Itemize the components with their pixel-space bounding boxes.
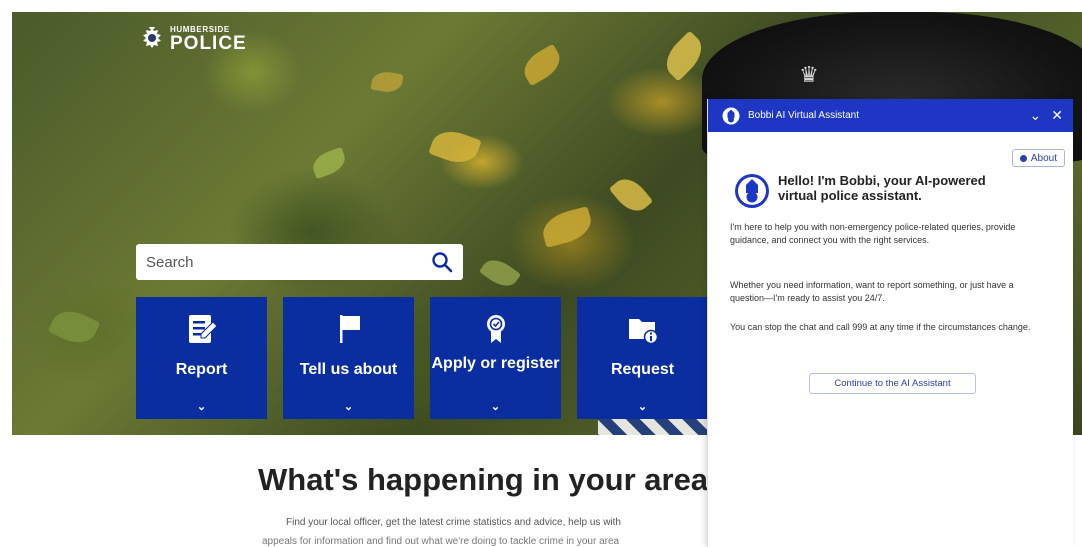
- continue-to-ai-assistant-button[interactable]: Continue to the AI Assistant: [809, 373, 976, 394]
- chat-paragraph: Whether you need information, want to re…: [730, 280, 1014, 303]
- leaf-decoration: [309, 146, 349, 180]
- tile-label: Report: [175, 361, 228, 378]
- search-bar[interactable]: Search: [136, 244, 463, 280]
- chat-title: Bobbi AI Virtual Assistant: [748, 110, 859, 121]
- chat-header: Bobbi AI Virtual Assistant ⌄ ✕: [708, 99, 1073, 132]
- award-icon: [486, 315, 505, 343]
- section-headline: What's happening in your area: [258, 462, 709, 497]
- chat-paragraph: You can stop the chat and call 999 at an…: [730, 322, 1031, 332]
- leaf-decoration: [538, 206, 596, 248]
- leaf-decoration: [518, 43, 566, 87]
- bobbi-avatar-icon: [722, 107, 740, 124]
- close-icon[interactable]: ✕: [1051, 107, 1063, 124]
- tile-label: Tell us about: [299, 361, 398, 378]
- tile-label: Request: [610, 361, 675, 378]
- tile-apply-or-register[interactable]: Apply or register ⌄: [430, 297, 561, 419]
- minimize-chevron-icon[interactable]: ⌄: [1030, 107, 1042, 124]
- search-icon[interactable]: [431, 251, 453, 273]
- chat-paragraph: I'm here to help you with non-emergency …: [730, 222, 1016, 245]
- bobbi-avatar-icon: [735, 174, 769, 208]
- greeting-text: Hello! I'm Bobbi, your AI-powered virtua…: [778, 173, 986, 203]
- chevron-down-icon: ⌄: [490, 401, 501, 413]
- logo-big-text: POLICE: [170, 33, 247, 54]
- tile-report[interactable]: Report ⌄: [136, 297, 267, 419]
- helmet-crown-icon: ♛: [799, 62, 819, 87]
- folder-info-icon: [628, 319, 658, 345]
- flag-icon: [339, 315, 360, 343]
- search-input[interactable]: Search: [146, 254, 431, 271]
- tile-tell-us-about[interactable]: Tell us about ⌄: [283, 297, 414, 419]
- leaf-decoration: [428, 125, 482, 169]
- report-icon: [188, 315, 218, 343]
- chevron-down-icon: ⌄: [196, 401, 207, 413]
- greeting-block: Hello! I'm Bobbi, your AI-powered virtua…: [734, 173, 1028, 209]
- tile-label: Apply or register: [431, 355, 560, 372]
- leaf-decoration: [370, 69, 404, 95]
- leaf-decoration: [47, 304, 101, 350]
- police-crest-icon: [143, 26, 161, 48]
- intro-text: appeals for information and find out wha…: [262, 536, 620, 547]
- leaf-decoration: [608, 172, 654, 218]
- chat-panel: Bobbi AI Virtual Assistant ⌄ ✕ About Hel…: [707, 99, 1073, 547]
- about-button[interactable]: About: [1011, 149, 1065, 167]
- chevron-down-icon: ⌄: [343, 401, 354, 413]
- info-icon: [1019, 154, 1027, 162]
- intro-text: Find your local officer, get the latest …: [286, 517, 621, 528]
- about-label: About: [1030, 152, 1057, 164]
- leaf-decoration: [478, 253, 522, 293]
- humberside-police-logo[interactable]: HUMBERSIDE POLICE: [140, 26, 247, 53]
- tile-request[interactable]: Request ⌄: [577, 297, 708, 419]
- chevron-down-icon: ⌄: [637, 401, 648, 413]
